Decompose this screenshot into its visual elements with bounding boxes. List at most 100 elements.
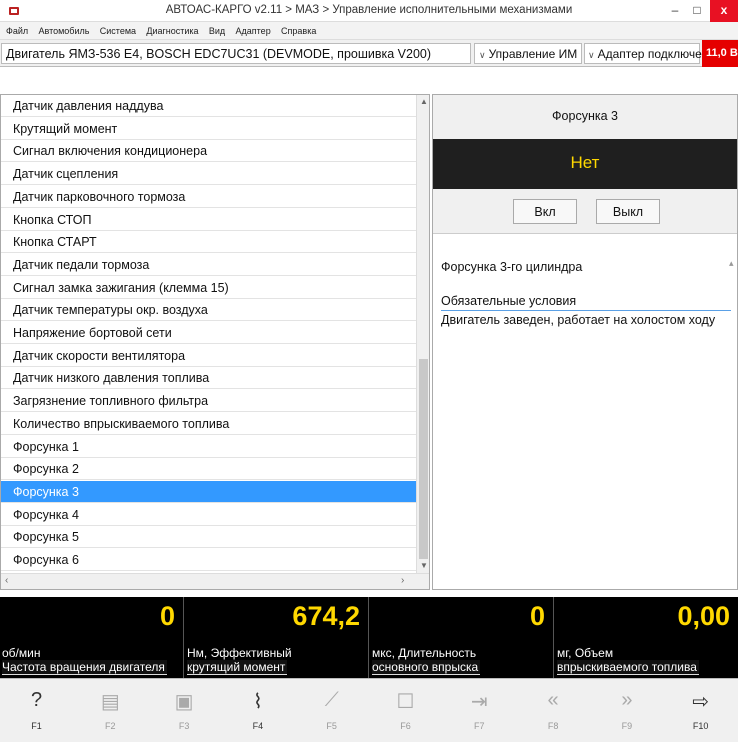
fkey-label: F9 bbox=[621, 721, 633, 731]
list-item[interactable]: Сигнал включения кондиционера bbox=[1, 140, 416, 163]
list-item[interactable]: Датчик температуры окр. воздуха bbox=[1, 299, 416, 322]
off-button[interactable]: Выкл bbox=[596, 199, 660, 224]
fkey-f3[interactable]: ▣ F3 bbox=[148, 679, 221, 742]
fkey-f4[interactable]: ⌇ F4 bbox=[221, 679, 294, 742]
list-item[interactable]: Датчик сцепления bbox=[1, 163, 416, 186]
conditions-text: Двигатель заведен, работает на холостом … bbox=[441, 313, 716, 327]
gauge-value: 0,00 bbox=[677, 601, 730, 631]
chart-icon: ⌇ bbox=[253, 691, 263, 713]
list-item[interactable]: Количество впрыскиваемого топлива bbox=[1, 413, 416, 435]
gauge-bar: 0 об/мин Частота вращения двигателя 674,… bbox=[0, 597, 738, 678]
list-item[interactable]: Датчик педали тормоза bbox=[1, 254, 416, 276]
fkey-label: F6 bbox=[400, 721, 411, 731]
fkey-label: F7 bbox=[474, 721, 485, 731]
vertical-scrollbar[interactable]: ▲ ▼ bbox=[416, 95, 429, 573]
on-button[interactable]: Вкл bbox=[513, 199, 577, 224]
scroll-down-icon[interactable]: ▼ bbox=[420, 561, 428, 570]
fkey-f9[interactable]: » F9 bbox=[590, 679, 663, 742]
scroll-right-icon[interactable]: › bbox=[401, 575, 404, 586]
gauge-unit: мг, Объем bbox=[557, 646, 614, 660]
window-title: АВТОАС-КАРГО v2.11 > МАЗ > Управление ис… bbox=[165, 4, 573, 16]
scroll-indicator-icon: ▴ bbox=[729, 258, 734, 268]
menu-view[interactable]: Вид bbox=[209, 22, 225, 36]
menu-system[interactable]: Система bbox=[100, 22, 136, 36]
list-item[interactable]: Кнопка СТАРТ bbox=[1, 231, 416, 254]
list-item[interactable]: Форсунка 3 bbox=[1, 480, 416, 503]
fkey-label: F10 bbox=[692, 721, 709, 731]
minimize-button[interactable]: – bbox=[664, 0, 686, 22]
document-icon: ▤ bbox=[100, 691, 120, 713]
gauge-value: 674,2 bbox=[292, 601, 360, 631]
control-buttons: Вкл Выкл bbox=[433, 189, 737, 233]
toolbar: Двигатель ЯМЗ-536 Е4, BOSCH EDC7UC31 (DE… bbox=[0, 40, 738, 67]
menu-help[interactable]: Справка bbox=[281, 22, 316, 36]
list-item[interactable]: Форсунка 2 bbox=[1, 458, 416, 481]
close-button[interactable]: x bbox=[710, 0, 738, 22]
list-item[interactable]: Форсунка 1 bbox=[1, 436, 416, 458]
fkey-f5[interactable]: ⟋ F5 bbox=[295, 679, 368, 742]
fkey-label: F1 bbox=[31, 721, 42, 731]
chevron-down-icon: ∨ bbox=[588, 50, 595, 60]
brush-icon: ⟋ bbox=[324, 689, 339, 711]
list-item[interactable]: Датчик низкого давления топлива bbox=[1, 367, 416, 390]
gauge-param: впрыскиваемого топлива bbox=[557, 660, 699, 675]
conditions-title: Обязательные условия bbox=[441, 294, 731, 311]
description-area: Форсунка 3-го цилиндра Обязательные усло… bbox=[433, 233, 737, 589]
scroll-up-icon[interactable]: ▲ bbox=[420, 97, 428, 106]
fkey-f2[interactable]: ▤ F2 bbox=[74, 679, 147, 742]
list-item[interactable]: Форсунка 4 bbox=[1, 504, 416, 526]
actuator-state: Нет bbox=[433, 139, 737, 189]
gauge-value: 0 bbox=[159, 601, 175, 631]
gauge-unit: Нм, Эффективный bbox=[187, 646, 292, 660]
list-item[interactable]: Напряжение бортовой сети bbox=[1, 322, 416, 344]
title-bar: АВТОАС-КАРГО v2.11 > МАЗ > Управление ис… bbox=[0, 0, 738, 22]
gauge-unit: мкс, Длительность bbox=[372, 646, 477, 660]
gauge-unit: об/мин bbox=[2, 646, 41, 660]
fkey-label: F8 bbox=[547, 721, 559, 731]
fkey-f10[interactable]: ⇨ F10 bbox=[664, 679, 737, 742]
help-icon: ? bbox=[30, 689, 43, 711]
list-item[interactable]: Форсунка 6 bbox=[1, 549, 416, 571]
menu-vehicle[interactable]: Автомобиль bbox=[38, 22, 89, 36]
fkey-label: F3 bbox=[178, 721, 190, 731]
menu-file[interactable]: Файл bbox=[6, 22, 28, 36]
gauge-param: основного впрыска bbox=[372, 660, 481, 675]
scroll-left-icon[interactable]: ‹ bbox=[5, 575, 8, 586]
detail-header: Форсунка 3 bbox=[433, 95, 737, 139]
maximize-button[interactable]: □ bbox=[686, 0, 708, 22]
list-item[interactable]: Сигнал замка зажигания (клемма 15) bbox=[1, 277, 416, 299]
fkey-f8[interactable]: « F8 bbox=[517, 679, 590, 742]
list-item[interactable]: Датчик парковочного тормоза bbox=[1, 186, 416, 208]
voltage-indicator: 11,0 В bbox=[702, 40, 738, 67]
horizontal-scrollbar[interactable]: ‹ › bbox=[1, 573, 429, 589]
list-item[interactable]: Датчик скорости вентилятора bbox=[1, 345, 416, 367]
gauge-param: Частота вращения двигателя bbox=[2, 660, 167, 675]
list-item[interactable]: Датчик давления наддува bbox=[1, 95, 416, 117]
fkey-f7[interactable]: ⇥ F7 bbox=[443, 679, 516, 742]
gauge-injection-duration: 0 мкс, Длительность основного впрыска bbox=[370, 597, 554, 678]
gauge-torque: 674,2 Нм, Эффективный крутящий момент bbox=[185, 597, 369, 678]
list-item[interactable]: Крутящий момент bbox=[1, 118, 416, 140]
gauge-engine-speed: 0 об/мин Частота вращения двигателя bbox=[0, 597, 184, 678]
fkey-f1[interactable]: ? F1 bbox=[0, 679, 73, 742]
chevron-down-icon: ∨ bbox=[479, 50, 486, 60]
description-text: Форсунка 3-го цилиндра bbox=[441, 260, 583, 274]
mode-select[interactable]: ∨ Управление ИМ bbox=[474, 43, 582, 64]
mode-label: Управление ИМ bbox=[488, 47, 578, 61]
detail-panel: Форсунка 3 Нет Вкл Выкл Форсунка 3-го ци… bbox=[432, 94, 738, 590]
scrollbar-thumb[interactable] bbox=[419, 359, 428, 559]
list-item[interactable]: Форсунка 5 bbox=[1, 526, 416, 549]
exit-icon: ⇨ bbox=[692, 691, 710, 713]
import-icon: ⇥ bbox=[470, 691, 488, 713]
list-item[interactable]: Кнопка СТОП bbox=[1, 209, 416, 231]
window-icon: ☐ bbox=[396, 691, 415, 713]
adapter-label: Адаптер подключен bbox=[597, 47, 709, 61]
adapter-status[interactable]: ∨ Адаптер подключен bbox=[584, 43, 708, 64]
fkey-f6[interactable]: ☐ F6 bbox=[369, 679, 442, 742]
engine-select[interactable]: Двигатель ЯМЗ-536 Е4, BOSCH EDC7UC31 (DE… bbox=[1, 43, 471, 64]
gauge-fuel-volume: 0,00 мг, Объем впрыскиваемого топлива bbox=[555, 597, 738, 678]
menu-diagnostics[interactable]: Диагностика bbox=[146, 22, 198, 36]
rewind-icon: « bbox=[547, 689, 559, 711]
menu-adapter[interactable]: Адаптер bbox=[236, 22, 271, 36]
list-item[interactable]: Загрязнение топливного фильтра bbox=[1, 390, 416, 413]
